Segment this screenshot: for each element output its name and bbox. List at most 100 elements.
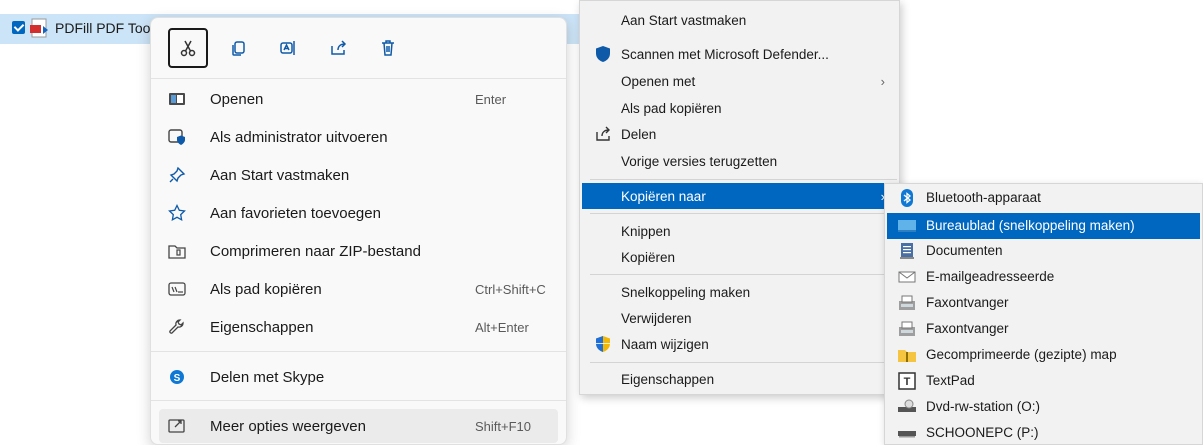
- delete-button[interactable]: [368, 28, 408, 68]
- menu-separator: [590, 274, 897, 275]
- rename-icon: [280, 41, 295, 55]
- send-to-label: Documenten: [926, 243, 1003, 258]
- desktop-icon: [898, 220, 916, 232]
- send-to-label: Faxontvanger: [926, 295, 1009, 310]
- send-to-mail-recipient[interactable]: E-mailgeadresseerde: [887, 264, 1200, 290]
- rename-button[interactable]: [268, 28, 308, 68]
- quick-action-bar: [168, 28, 408, 68]
- pin-icon: [166, 164, 188, 186]
- menu-item-copy-path[interactable]: Als pad kopiëren Ctrl+Shift+C: [159, 272, 558, 306]
- open-window-icon: [166, 88, 188, 110]
- classic-item-defender-scan[interactable]: Scannen met Microsoft Defender...: [582, 41, 897, 67]
- classic-context-menu: Aan Start vastmaken Scannen met Microsof…: [579, 0, 900, 395]
- dvd-drive-icon: [898, 399, 916, 412]
- menu-item-shortcut: Shift+F10: [475, 418, 532, 434]
- send-to-bluetooth[interactable]: Bluetooth-apparaat: [887, 185, 1200, 211]
- classic-item-label: Kopiëren: [621, 249, 676, 265]
- classic-item-open-with[interactable]: Openen met ›: [582, 68, 897, 94]
- cut-button[interactable]: [168, 28, 208, 68]
- mail-icon: [898, 271, 916, 283]
- send-to-fax-1[interactable]: Faxontvanger: [887, 290, 1200, 316]
- send-to-label: E-mailgeadresseerde: [926, 269, 1055, 284]
- copy-path-icon: [166, 278, 188, 300]
- menu-item-shortcut: Alt+Enter: [475, 319, 529, 335]
- classic-item-properties[interactable]: Eigenschappen: [582, 366, 897, 392]
- documents-icon: [900, 243, 914, 259]
- send-to-dvd-drive[interactable]: Dvd-rw-station (O:): [887, 394, 1200, 420]
- classic-item-label: Snelkoppeling maken: [621, 284, 751, 300]
- classic-item-label: Knippen: [621, 223, 671, 239]
- classic-item-label: Scannen met Microsoft Defender...: [621, 46, 829, 62]
- modern-context-menu: Openen Enter Als administrator uitvoeren…: [150, 17, 567, 445]
- send-to-network-drive[interactable]: SCHOONEPC (P:): [887, 420, 1200, 445]
- copy-button[interactable]: [218, 28, 258, 68]
- uac-shield-icon: [596, 336, 610, 352]
- share-icon: [596, 126, 610, 141]
- file-checkbox[interactable]: [12, 21, 25, 34]
- classic-item-label: Vorige versies terugzetten: [621, 153, 778, 169]
- send-to-textpad[interactable]: T TextPad: [887, 368, 1200, 394]
- copy-icon: [232, 41, 245, 56]
- menu-item-label: Comprimeren naar ZIP-bestand: [210, 242, 421, 260]
- menu-item-properties[interactable]: Eigenschappen Alt+Enter: [159, 310, 558, 344]
- classic-item-label: Kopiëren naar: [621, 188, 706, 204]
- classic-item-pin-start[interactable]: Aan Start vastmaken: [582, 7, 897, 33]
- classic-item-create-shortcut[interactable]: Snelkoppeling maken: [582, 279, 897, 305]
- menu-item-add-favorites[interactable]: Aan favorieten toevoegen: [159, 196, 558, 230]
- send-to-fax-2[interactable]: Faxontvanger: [887, 316, 1200, 342]
- menu-item-more-options[interactable]: Meer opties weergeven Shift+F10: [159, 409, 558, 443]
- classic-item-copy[interactable]: Kopiëren: [582, 244, 897, 270]
- network-drive-icon: [898, 431, 916, 438]
- menu-separator: [590, 179, 897, 180]
- menu-item-openen[interactable]: Openen Enter: [159, 82, 558, 116]
- menu-item-shortcut: Ctrl+Shift+C: [475, 281, 546, 297]
- classic-item-previous-versions[interactable]: Vorige versies terugzetten: [582, 148, 897, 174]
- zip-icon: [166, 240, 188, 262]
- send-to-label: SCHOONEPC (P:): [926, 425, 1039, 440]
- menu-item-pin-start[interactable]: Aan Start vastmaken: [159, 158, 558, 192]
- zip-folder-icon: [898, 350, 916, 362]
- classic-item-label: Verwijderen: [621, 310, 692, 326]
- classic-item-label: Als pad kopiëren: [621, 100, 722, 116]
- share-button[interactable]: [318, 28, 358, 68]
- bluetooth-icon: [901, 189, 913, 207]
- menu-separator: [590, 213, 897, 214]
- menu-item-label: Aan favorieten toevoegen: [210, 204, 381, 222]
- send-to-documents[interactable]: Documenten: [887, 238, 1200, 264]
- defender-shield-icon: [596, 46, 610, 62]
- pdf-file-icon: [30, 18, 48, 38]
- fax-icon: [899, 321, 915, 336]
- file-name: PDFill PDF Tools: [55, 20, 161, 36]
- send-to-label: Bluetooth-apparaat: [926, 190, 1041, 205]
- classic-item-label: Openen met: [621, 73, 696, 89]
- menu-item-compress-zip[interactable]: Comprimeren naar ZIP-bestand: [159, 234, 558, 268]
- classic-item-share[interactable]: Delen: [582, 121, 897, 147]
- menu-separator: [590, 362, 897, 363]
- menu-item-run-as-admin[interactable]: Als administrator uitvoeren: [159, 120, 558, 154]
- menu-separator: [151, 351, 566, 352]
- send-to-submenu: Bluetooth-apparaat Bureaublad (snelkoppe…: [884, 183, 1203, 445]
- menu-item-shortcut: Enter: [475, 91, 507, 107]
- menu-item-share-skype[interactable]: S Delen met Skype: [159, 360, 558, 394]
- share-icon: [331, 40, 347, 55]
- send-to-label: TextPad: [926, 373, 975, 388]
- send-to-desktop[interactable]: Bureaublad (snelkoppeling maken): [887, 213, 1200, 239]
- wrench-icon: [166, 316, 188, 338]
- more-options-icon: [166, 415, 188, 437]
- classic-item-label: Eigenschappen: [621, 371, 715, 387]
- send-to-zip-folder[interactable]: Gecomprimeerde (gezipte) map: [887, 342, 1200, 368]
- send-to-label: Faxontvanger: [926, 321, 1009, 336]
- classic-item-send-to[interactable]: Kopiëren naar ›: [582, 183, 897, 209]
- skype-icon: S: [166, 366, 188, 388]
- send-to-label: Bureaublad (snelkoppeling maken): [926, 218, 1135, 233]
- classic-item-delete[interactable]: Verwijderen: [582, 305, 897, 331]
- submenu-arrow-icon: ›: [880, 73, 885, 89]
- classic-item-label: Aan Start vastmaken: [621, 12, 747, 28]
- menu-item-label: Aan Start vastmaken: [210, 166, 350, 184]
- send-to-label: Dvd-rw-station (O:): [926, 399, 1041, 414]
- classic-item-copy-path[interactable]: Als pad kopiëren: [582, 95, 897, 121]
- classic-item-rename[interactable]: Naam wijzigen: [582, 331, 897, 357]
- menu-item-label: Delen met Skype: [210, 368, 325, 386]
- classic-item-cut[interactable]: Knippen: [582, 218, 897, 244]
- menu-separator: [151, 400, 566, 401]
